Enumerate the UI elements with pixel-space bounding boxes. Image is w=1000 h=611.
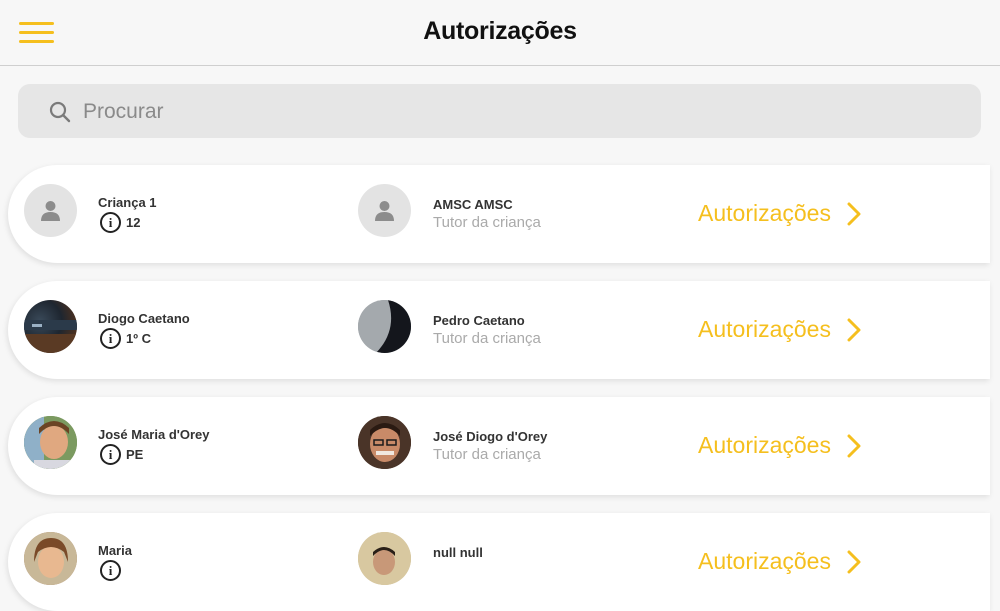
authorizations-link[interactable]: Autorizações: [698, 316, 831, 343]
authorizations-link[interactable]: Autorizações: [698, 200, 831, 227]
search-icon: [49, 101, 71, 123]
chevron-right-icon[interactable]: [846, 434, 862, 458]
authorizations-link[interactable]: Autorizações: [698, 432, 831, 459]
tutor-name: José Diogo d'Orey: [433, 429, 548, 444]
search-bar[interactable]: [18, 84, 981, 140]
tutor-role: Tutor da criança: [433, 446, 541, 463]
tutor-photo: [358, 300, 411, 353]
tutor-avatar: [358, 300, 411, 353]
list-item[interactable]: José Maria d'Orey i PE José Diogo d'Orey…: [8, 397, 990, 495]
child-class-text: 12: [126, 215, 141, 230]
child-name: Criança 1: [98, 195, 157, 210]
tutor-photo: [358, 416, 411, 469]
tutor-name: Pedro Caetano: [433, 313, 525, 328]
chevron-right-icon[interactable]: [846, 318, 862, 342]
child-name: José Maria d'Orey: [98, 427, 210, 442]
child-name: Maria: [98, 543, 132, 558]
info-icon[interactable]: i: [100, 328, 121, 349]
page-title: Autorizações: [423, 17, 577, 45]
child-avatar: [24, 184, 77, 237]
child-name: Diogo Caetano: [98, 311, 190, 326]
info-icon[interactable]: i: [100, 212, 121, 233]
info-icon[interactable]: i: [100, 444, 121, 465]
list-item[interactable]: Diogo Caetano i 1º C Pedro Caetano Tutor…: [8, 281, 990, 379]
tutor-avatar: [358, 184, 411, 237]
app-header: Autorizações: [0, 0, 1000, 66]
tutor-name: AMSC AMSC: [433, 197, 513, 212]
tutor-role: Tutor da criança: [433, 330, 541, 347]
child-class-text: 1º C: [126, 331, 151, 346]
child-photo: [24, 320, 77, 353]
child-avatar: [24, 416, 77, 469]
info-icon[interactable]: i: [100, 560, 121, 581]
child-avatar: [24, 532, 77, 585]
child-avatar: [24, 300, 77, 353]
search-input[interactable]: [81, 84, 965, 140]
child-class-text: PE: [126, 447, 144, 462]
tutor-photo: [358, 532, 411, 585]
tutor-avatar: [358, 532, 411, 585]
tutor-name: null null: [433, 545, 483, 560]
default-user-icon: [41, 201, 60, 221]
chevron-right-icon[interactable]: [846, 202, 862, 226]
chevron-right-icon[interactable]: [846, 550, 862, 574]
child-photo: [24, 532, 77, 585]
default-user-icon: [375, 201, 394, 221]
list-item[interactable]: Criança 1 i 12 AMSC AMSC Tutor da crianç…: [8, 165, 990, 263]
tutor-avatar: [358, 416, 411, 469]
child-photo: [24, 416, 77, 469]
tutor-role: Tutor da criança: [433, 214, 541, 231]
authorizations-link[interactable]: Autorizações: [698, 548, 831, 575]
list-item[interactable]: Maria i null null Autorizações: [8, 513, 990, 611]
